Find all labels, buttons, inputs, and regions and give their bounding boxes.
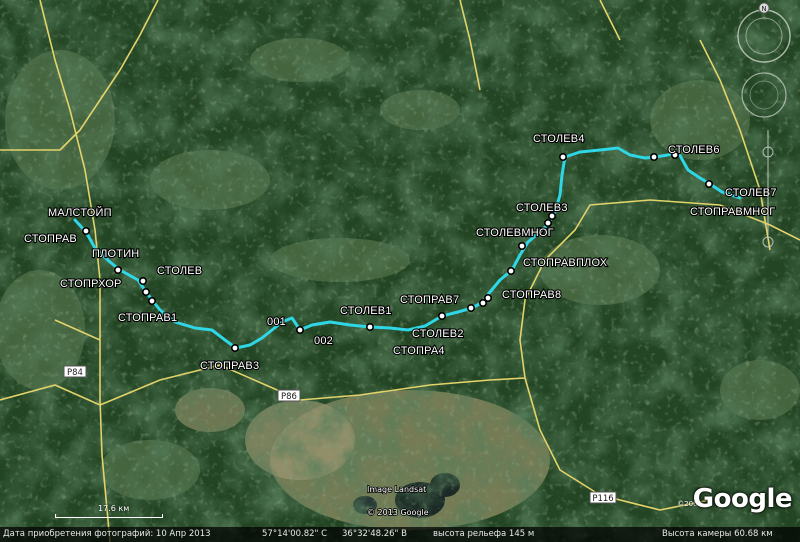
satellite-imagery: Р84 Р86 Р116 МАЛСТОЙП СТОПРАВ ПЛОТИН СТО… [0,0,800,542]
waypoint-label[interactable]: СТОЛЕВ3 [515,201,569,215]
waypoint-label[interactable]: СТОПРАВ1 [117,311,178,325]
waypoint-label[interactable]: СТОЛЕВ [156,264,203,278]
google-logo: Google [692,484,793,514]
eye-altitude-readout: Высота камеры 60.68 км [662,529,773,539]
waypoint-label[interactable]: СТОПРА4 [392,344,446,358]
waypoint-label[interactable]: СТОЛЕВ1 [339,304,393,318]
longitude-readout: 36°32'48.26" В [342,529,407,539]
road-shield-p86: Р86 [277,389,301,402]
waypoint-label[interactable]: СТОПРАВ8 [501,288,562,302]
waypoint-label[interactable]: СТОПРАВ [23,232,78,246]
waypoint-label[interactable]: СТОЛЕВ4 [532,132,586,146]
imagery-credit: Image Landsat [367,485,426,494]
waypoint-label[interactable]: СТОПРАВПЛОХ [522,256,609,270]
scale-bar: 17.6 км [55,504,165,518]
road-label-p116: Р116 [592,494,613,504]
latitude-readout: 57°14'00.82" С [262,529,328,539]
scale-ruler [55,514,163,518]
status-bar: Дата приобретения фотографий: 10 Апр 201… [0,527,800,542]
road-label-p86: Р86 [281,392,297,402]
road-label-p84: Р84 [67,368,83,378]
scale-label: 17.6 км [98,504,130,513]
waypoint-label[interactable]: 001 [266,315,287,329]
waypoint-label[interactable]: СТОЛЕВ2 [411,327,465,341]
imagery-date: Дата приобретения фотографий: 10 Апр 201… [3,529,211,539]
waypoint-label[interactable]: СТОПРХОР [59,277,123,291]
road-shield-p116: Р116 [589,491,617,504]
waypoint-label[interactable]: СТОЛЕВ6 [667,143,721,157]
waypoint-label[interactable]: СТОПРАВМНОГ [689,205,776,219]
waypoint-label[interactable]: ПЛОТИН [91,247,140,261]
waypoint-label[interactable]: МАЛСТОЙП [47,205,113,220]
waypoint-label[interactable]: СТОПРАВ7 [399,293,460,307]
waypoint-label[interactable]: 002 [313,334,334,348]
copyright-text: © 2013 Google [367,508,429,517]
waypoint-label[interactable]: СТОЛЕВМНОГ [475,226,555,240]
map-view[interactable]: Р84 Р86 Р116 МАЛСТОЙП СТОПРАВ ПЛОТИН СТО… [0,0,800,542]
north-indicator: N [761,5,766,13]
road-shield-p84: Р84 [63,365,87,378]
elevation-readout: высота рельефа 145 м [433,529,535,539]
waypoint-label[interactable]: СТОЛЕВ7 [724,186,778,200]
waypoint-label[interactable]: СТОПРАВ3 [199,359,260,373]
